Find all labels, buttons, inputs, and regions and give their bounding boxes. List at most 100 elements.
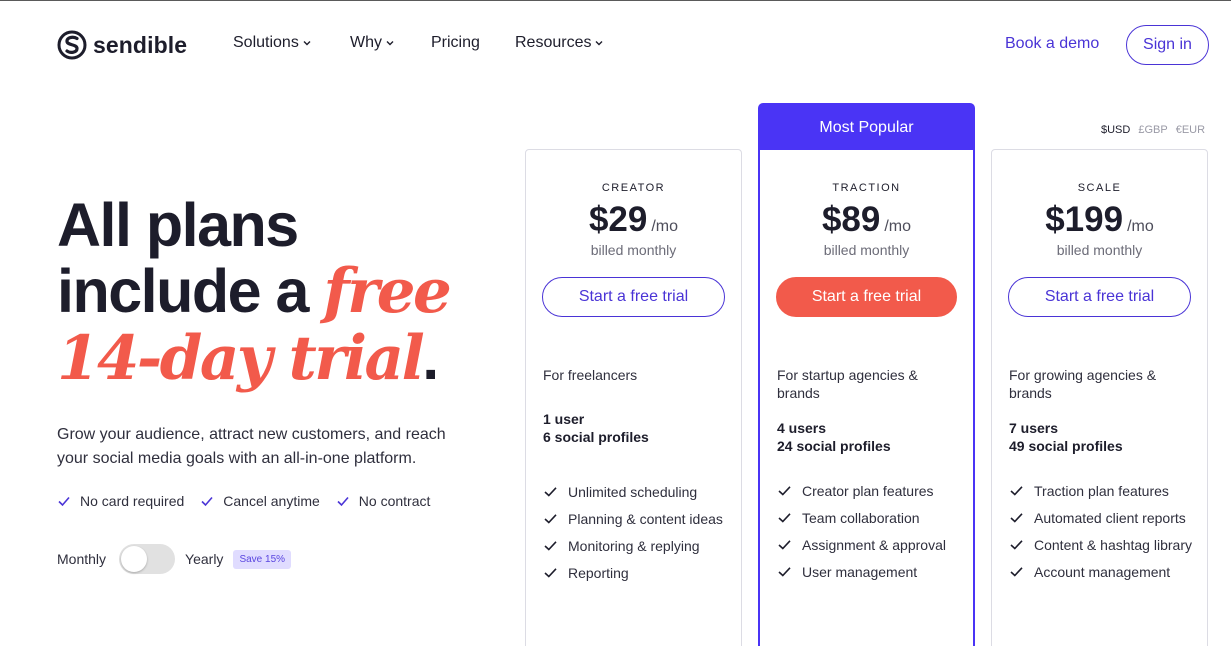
feature-label: Creator plan features: [802, 482, 934, 499]
sign-in-button[interactable]: Sign in: [1126, 25, 1209, 65]
chevron-down-icon: [595, 41, 603, 46]
billed-note: billed monthly: [823, 242, 910, 258]
start-free-trial-button[interactable]: Start a free trial: [1008, 277, 1191, 317]
plan-counts: 1 user 6 social profiles: [543, 410, 724, 446]
plan-name: CREATOR: [601, 182, 666, 194]
plan-card-scale: SCALE $199 /mo billed monthly Start a fr…: [991, 149, 1208, 646]
window-top-border: [0, 0, 1231, 1]
billing-yearly-label[interactable]: Yearly: [185, 551, 223, 567]
check-icon: [337, 496, 349, 507]
plan-audience: For growing agencies & brands: [1009, 367, 1157, 401]
plan-counts: 7 users 49 social profiles: [1009, 419, 1190, 455]
book-demo-link[interactable]: Book a demo: [1005, 35, 1099, 53]
sendible-logo-icon: [57, 30, 87, 60]
start-free-trial-button[interactable]: Start a free trial: [542, 277, 725, 317]
check-no-contract: No contract: [336, 493, 431, 509]
nav-why-label: Why: [350, 34, 382, 51]
most-popular-badge: Most Popular: [760, 105, 973, 150]
feature-label: Traction plan features: [1034, 482, 1169, 499]
nav-resources-label: Resources: [515, 34, 592, 51]
plan-price: $199: [1045, 200, 1124, 239]
nav-solutions-label: Solutions: [233, 34, 299, 51]
headline-period: .: [422, 324, 439, 392]
feature-list: Creator plan features Team collaboration…: [777, 477, 956, 585]
hero-headline: All plans include a free 14-day trial.: [57, 192, 517, 392]
plan-audience: For freelancers: [543, 367, 638, 383]
plan-period: /mo: [1127, 218, 1154, 235]
feature-label: Unlimited scheduling: [568, 483, 698, 500]
currency-gbp[interactable]: £GBP: [1138, 124, 1167, 136]
toggle-knob: [121, 546, 148, 572]
plan-body: For startup agencies & brands 4 users 24…: [760, 366, 973, 585]
billed-note: billed monthly: [590, 242, 677, 258]
check-icon: [58, 496, 70, 507]
check-icon: [544, 487, 557, 497]
feature-item: Assignment & approval: [777, 531, 956, 558]
hero-checklist: No card required Cancel anytime No contr…: [57, 493, 446, 509]
plan-period: /mo: [651, 218, 679, 235]
check-label: Cancel anytime: [223, 493, 320, 509]
plan-period: /mo: [884, 218, 912, 235]
feature-item: Content & hashtag library: [1009, 531, 1192, 558]
check-icon: [1010, 567, 1023, 577]
check-icon: [1010, 513, 1023, 523]
headline-line-3: 14-day trial.: [57, 325, 517, 392]
plan-profiles: 6 social profiles: [543, 429, 649, 445]
nav-pricing[interactable]: Pricing: [431, 34, 480, 52]
plan-price: $29: [588, 200, 648, 239]
nav-pricing-label: Pricing: [431, 34, 480, 51]
check-no-card: No card required: [57, 493, 184, 509]
sendible-logo[interactable]: sendible: [57, 29, 187, 61]
price-row: $199 /mo: [992, 200, 1207, 240]
feature-list: Unlimited scheduling Planning & content …: [543, 478, 724, 586]
nav-solutions[interactable]: Solutions: [233, 34, 312, 52]
billed-note: billed monthly: [1056, 242, 1143, 258]
start-free-trial-button[interactable]: Start a free trial: [776, 277, 957, 317]
check-cancel-anytime: Cancel anytime: [200, 493, 320, 509]
billing-toggle[interactable]: [119, 544, 176, 574]
feature-item: Planning & content ideas: [543, 505, 724, 532]
check-label: No contract: [358, 493, 431, 509]
plan-name: TRACTION: [832, 182, 901, 194]
check-icon: [778, 540, 791, 550]
plan-users: 4 users: [777, 420, 827, 436]
currency-usd[interactable]: $USD: [1101, 124, 1130, 136]
feature-list: Traction plan features Automated client …: [1009, 477, 1192, 585]
plan-body: For freelancers 1 user 6 social profiles…: [526, 366, 741, 586]
check-icon: [544, 541, 557, 551]
headline-plain-text: include a: [57, 257, 324, 325]
price-row: $89 /mo: [760, 200, 973, 240]
check-icon: [778, 567, 791, 577]
plan-audience: For startup agencies & brands: [777, 367, 918, 401]
check-icon: [544, 514, 557, 524]
feature-label: Monitoring & replying: [568, 537, 700, 554]
billing-period-switch: Monthly Yearly Save 15%: [57, 544, 292, 574]
check-icon: [201, 496, 213, 507]
feature-label: Account management: [1034, 563, 1171, 580]
feature-label: Planning & content ideas: [568, 510, 723, 527]
chevron-down-icon: [386, 41, 394, 46]
headline-line-2: include a free: [57, 258, 517, 325]
plan-counts: 4 users 24 social profiles: [777, 419, 956, 455]
nav-why[interactable]: Why: [350, 34, 395, 52]
plan-card-traction: Most Popular TRACTION $89 /mo billed mon…: [758, 103, 975, 646]
plan-profiles: 49 social profiles: [1009, 438, 1123, 454]
check-icon: [1010, 540, 1023, 550]
feature-label: Team collaboration: [802, 509, 920, 526]
chevron-down-icon: [303, 41, 311, 46]
plan-users: 1 user: [543, 411, 585, 427]
feature-label: Assignment & approval: [802, 536, 946, 553]
feature-item: User management: [777, 558, 956, 585]
nav-resources[interactable]: Resources: [515, 34, 604, 52]
billing-monthly-label[interactable]: Monthly: [57, 551, 106, 567]
hero-subtext: Grow your audience, attract new customer…: [57, 426, 446, 467]
feature-item: Automated client reports: [1009, 504, 1190, 531]
feature-label: User management: [802, 563, 918, 580]
check-label: No card required: [80, 493, 185, 509]
save-badge: Save 15%: [233, 549, 292, 569]
feature-item: Monitoring & replying: [543, 532, 724, 559]
plan-body: For growing agencies & brands 7 users 49…: [992, 366, 1207, 585]
currency-eur[interactable]: €EUR: [1176, 124, 1205, 136]
plan-price: $89: [821, 200, 881, 239]
check-icon: [1010, 486, 1023, 496]
